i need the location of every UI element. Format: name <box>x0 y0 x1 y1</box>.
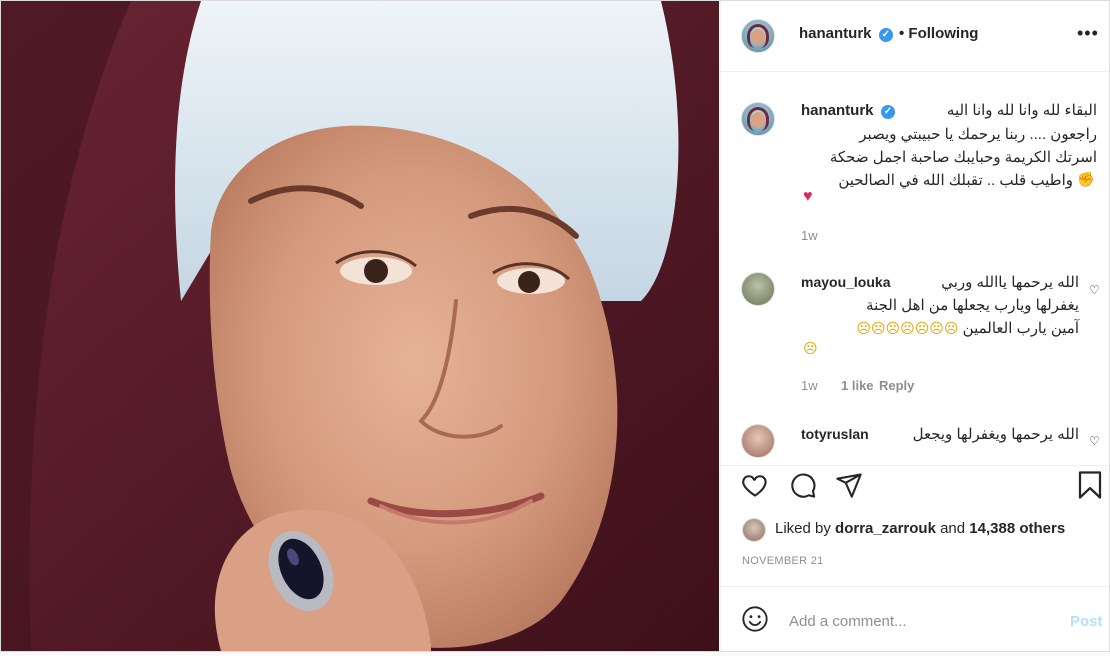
likes-prefix: Liked by <box>775 520 831 537</box>
likes-and: and <box>940 520 966 537</box>
comment-line-1: الله يرحمها ويغفرلها ويجعل <box>912 426 1079 443</box>
crying-emoji-icons: ☹☹☹☹☹☹☹ <box>856 320 959 336</box>
post-dialog: hananturk ✓ • Following ••• hananturk ✓ … <box>0 0 1110 652</box>
avatar-face-shape <box>751 29 765 45</box>
comment-username[interactable]: mayou_louka <box>801 274 890 290</box>
following-status[interactable]: • Following <box>899 25 978 42</box>
author-username[interactable]: hananturk <box>799 25 872 42</box>
caption-line-3: اسرتك الكريمة وحبايبك صاحبة اجمل ضحكة <box>829 149 1097 166</box>
share-icon[interactable] <box>835 471 863 499</box>
commenter-avatar[interactable] <box>741 272 775 306</box>
emoji-icon[interactable] <box>741 605 769 633</box>
post-actions: Liked by dorra_zarrouk and 14,388 others… <box>721 465 1109 586</box>
comment-line-2: يغفرلها ويارب يجعلها من اهل الجنة <box>866 297 1079 314</box>
author-avatar[interactable] <box>741 19 775 53</box>
like-comment-heart-icon[interactable]: ♡ <box>1089 283 1100 297</box>
comment-time[interactable]: 1w <box>801 378 818 393</box>
comment-line-1: الله يرحمها ياالله وربي <box>941 274 1079 291</box>
post-photo[interactable] <box>1 1 719 651</box>
add-comment-bar: Add a comment... Post <box>721 586 1109 651</box>
caption-line-4: واطيب قلب .. تقبلك الله في الصالحين <box>838 172 1073 189</box>
comments-list: hananturk ✓ البقاء لله وانا لله وانا الي… <box>721 72 1109 465</box>
liker-username[interactable]: dorra_zarrouk <box>835 520 936 537</box>
crying-emoji-icon: ☹ <box>803 340 818 356</box>
post-comment-button[interactable]: Post <box>1070 613 1103 630</box>
pray-emoji-icon: ✊ <box>1077 171 1095 187</box>
heart-icon[interactable] <box>741 471 769 499</box>
comment-input[interactable]: Add a comment... <box>789 613 907 630</box>
post-date: NOVEMBER 21 <box>742 555 824 567</box>
comment-line-3-row: آمين يارب العالمين ☹☹☹☹☹☹☹ <box>801 318 1079 339</box>
commenter-avatar[interactable] <box>741 424 775 458</box>
like-comment-heart-icon[interactable]: ♡ <box>1089 434 1100 448</box>
avatar-face-shape <box>751 112 765 128</box>
caption-username[interactable]: hananturk <box>801 102 874 119</box>
post-header: hananturk ✓ • Following ••• <box>721 1 1109 72</box>
caption-line-2: راجعون .... ربنا يرحمك يا حبيبتي ويصبر <box>859 126 1097 143</box>
bookmark-icon[interactable] <box>1075 469 1105 501</box>
red-heart-emoji-icon: ♥ <box>803 188 813 205</box>
comment-line-3: آمين يارب العالمين <box>962 320 1079 337</box>
verified-badge-icon: ✓ <box>881 105 895 119</box>
verified-badge-icon: ✓ <box>879 28 893 42</box>
liker-avatar[interactable] <box>742 518 766 542</box>
more-options-icon[interactable]: ••• <box>1077 23 1099 44</box>
comment-likes-count[interactable]: 1 like <box>841 378 874 393</box>
portrait-illustration <box>1 1 719 651</box>
caption-time[interactable]: 1w <box>801 228 818 243</box>
caption-line-1: البقاء لله وانا لله وانا اليه <box>946 102 1097 119</box>
caption-avatar[interactable] <box>741 102 775 136</box>
comment-username[interactable]: totyruslan <box>801 426 869 442</box>
post-sidebar: hananturk ✓ • Following ••• hananturk ✓ … <box>720 1 1109 651</box>
reply-button[interactable]: Reply <box>879 378 914 393</box>
comment-icon[interactable] <box>789 471 817 499</box>
likes-count[interactable]: 14,388 others <box>969 520 1065 537</box>
likes-summary[interactable]: Liked by dorra_zarrouk and 14,388 others <box>775 520 1065 537</box>
